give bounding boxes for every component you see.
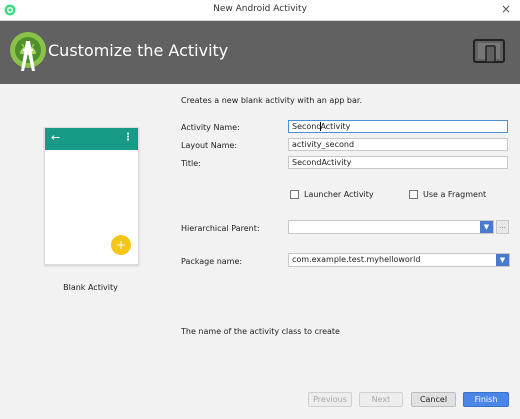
overflow-menu-icon: ⋮	[123, 132, 133, 143]
title-input[interactable]: SecondActivity	[288, 156, 508, 169]
title-label: Title:	[181, 159, 201, 168]
activity-name-text-before-cursor: Second	[292, 122, 322, 131]
activity-name-text-after-cursor: Activity	[320, 122, 351, 131]
cancel-button[interactable]: Cancel	[411, 392, 456, 407]
layout-name-input[interactable]: activity_second	[288, 138, 508, 151]
activity-name-input[interactable]: SecondActivity	[288, 120, 508, 133]
browse-parent-button[interactable]: ...	[496, 220, 509, 234]
template-description: Creates a new blank activity with an app…	[181, 96, 363, 105]
use-fragment-checkbox[interactable]: Use a Fragment	[409, 190, 486, 199]
use-fragment-label: Use a Fragment	[423, 190, 487, 199]
fab-icon: +	[111, 235, 131, 255]
launcher-activity-checkbox-box[interactable]	[290, 190, 299, 199]
launcher-activity-label: Launcher Activity	[304, 190, 374, 199]
field-hint: The name of the activity class to create	[181, 327, 340, 336]
template-name: Blank Activity	[63, 283, 118, 292]
wizard-header: Customize the Activity	[0, 21, 520, 84]
package-name-label: Package name:	[181, 257, 243, 266]
finish-button[interactable]: Finish	[463, 392, 509, 407]
next-button[interactable]: Next	[359, 392, 403, 407]
package-name-combo[interactable]: com.example.test.myhelloworld ▼	[288, 253, 510, 267]
layout-name-label: Layout Name:	[181, 141, 238, 150]
android-studio-logo-icon	[10, 32, 46, 71]
back-arrow-icon: ←	[51, 131, 61, 144]
window-title: New Android Activity	[213, 4, 307, 14]
activity-template-preview: ← ⋮ +	[44, 127, 139, 265]
activity-name-label: Activity Name:	[181, 123, 240, 132]
app-bar: ← ⋮	[45, 128, 138, 150]
hierarchical-parent-label: Hierarchical Parent:	[181, 224, 260, 233]
page-title: Customize the Activity	[48, 41, 229, 60]
launcher-activity-checkbox[interactable]: Launcher Activity	[290, 190, 374, 199]
previous-button[interactable]: Previous	[308, 392, 352, 407]
chevron-down-icon[interactable]: ▼	[480, 221, 493, 233]
close-window-button[interactable]: ×	[497, 1, 515, 17]
device-form-factor-icon	[473, 39, 505, 63]
use-fragment-checkbox-box[interactable]	[409, 190, 418, 199]
window-titlebar: New Android Activity ×	[0, 0, 520, 21]
chevron-down-icon[interactable]: ▼	[496, 254, 509, 266]
package-name-value: com.example.test.myhelloworld	[292, 255, 421, 264]
hierarchical-parent-combo[interactable]: ▼	[288, 220, 494, 234]
